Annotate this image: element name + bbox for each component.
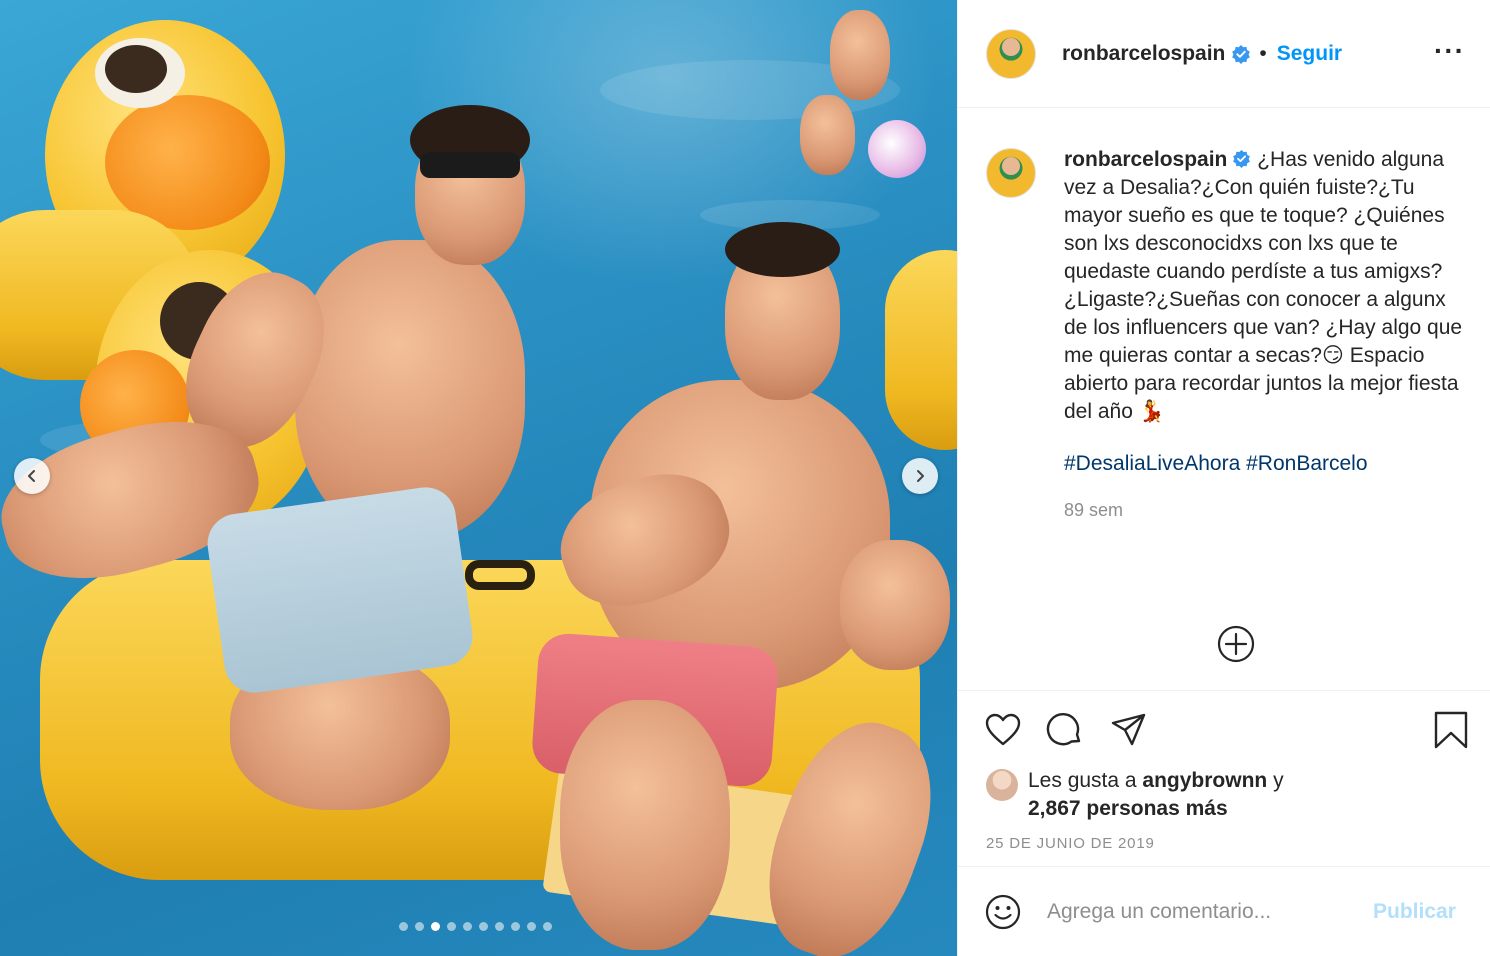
avatar[interactable] [986, 769, 1018, 801]
header-username[interactable]: ronbarcelospain [1062, 42, 1225, 66]
carousel-dot [431, 922, 440, 931]
man-right-arm [840, 540, 950, 670]
follow-button[interactable]: Seguir [1277, 42, 1342, 66]
carousel-next-button[interactable] [902, 458, 938, 494]
man-right-hair [725, 222, 840, 277]
load-more-icon[interactable] [1216, 624, 1256, 664]
likes-text: Les gusta a angybrownn y 2,867 personas m… [1028, 767, 1284, 823]
carousel-dot [543, 922, 552, 931]
carousel-dot [479, 922, 488, 931]
liker-username[interactable]: angybrownn [1142, 769, 1267, 792]
avatar[interactable] [986, 148, 1036, 198]
more-options-icon[interactable]: ··· [1434, 37, 1465, 65]
carousel-dot [415, 922, 424, 931]
post-date[interactable]: 25 DE JUNIO DE 2019 [986, 835, 1490, 852]
bookmark-icon[interactable] [1432, 711, 1470, 749]
man-right-leg [560, 700, 730, 950]
carousel-dot [495, 922, 504, 931]
instagram-post: ronbarcelospain • Seguir ··· ronbarcelos… [0, 0, 1490, 956]
header-separator: • [1259, 41, 1267, 65]
verified-badge-icon [1233, 149, 1251, 168]
share-icon[interactable] [1110, 711, 1148, 749]
post-photo[interactable] [0, 0, 957, 956]
carousel-dot [527, 922, 536, 931]
publish-button[interactable]: Publicar [1373, 900, 1456, 924]
hashtag-link[interactable]: #DesaliaLiveAhora [1064, 452, 1240, 475]
caption: ronbarcelospain ¿Has venido alguna vez a… [986, 146, 1476, 426]
likes-summary: Les gusta a angybrownn y 2,867 personas m… [986, 767, 1490, 823]
float-handle [465, 560, 535, 590]
caption-username[interactable]: ronbarcelospain [1064, 148, 1227, 171]
beach-ball [868, 120, 926, 178]
likes-mid: y [1267, 769, 1284, 792]
hashtag-link[interactable]: #RonBarcelo [1246, 452, 1367, 475]
swimmer [830, 10, 890, 100]
post-actions-section: Les gusta a angybrownn y 2,867 personas m… [958, 690, 1490, 852]
hashtags: #DesaliaLiveAhora #RonBarcelo [1064, 452, 1476, 476]
carousel-dot [511, 922, 520, 931]
avatar[interactable] [986, 28, 1036, 79]
caption-text: ¿Has venido alguna vez a Desalia?¿Con qu… [1064, 148, 1463, 423]
duck-beak [105, 95, 270, 230]
post-details-panel: ronbarcelospain • Seguir ··· ronbarcelos… [957, 0, 1490, 956]
post-header: ronbarcelospain • Seguir ··· [958, 0, 1490, 108]
duck-float-body [885, 250, 957, 450]
likes-prefix: Les gusta a [1028, 769, 1143, 792]
heart-icon[interactable] [984, 711, 1022, 749]
swimmer [800, 95, 855, 175]
carousel-prev-button[interactable] [14, 458, 50, 494]
comments-section: ronbarcelospain ¿Has venido alguna vez a… [986, 146, 1476, 521]
carousel-indicator [399, 922, 552, 931]
carousel-dot [447, 922, 456, 931]
verified-badge-icon [1232, 44, 1251, 64]
action-bar [958, 691, 1490, 767]
duck-pupil [105, 45, 167, 93]
caption-time-ago[interactable]: 89 sem [1064, 500, 1476, 521]
emoji-icon[interactable] [984, 893, 1022, 931]
sunglasses [420, 152, 520, 178]
add-comment-bar: Publicar [958, 866, 1490, 956]
chevron-left-icon [28, 470, 35, 482]
comment-icon[interactable] [1046, 711, 1084, 749]
chevron-right-icon [917, 470, 924, 482]
caption-text-block: ronbarcelospain ¿Has venido alguna vez a… [1064, 146, 1474, 426]
likes-count[interactable]: 2,867 personas más [1028, 797, 1228, 820]
carousel-dot [463, 922, 472, 931]
blue-swim-shorts [203, 483, 477, 697]
carousel-dot [399, 922, 408, 931]
comment-input[interactable] [1047, 899, 1347, 924]
